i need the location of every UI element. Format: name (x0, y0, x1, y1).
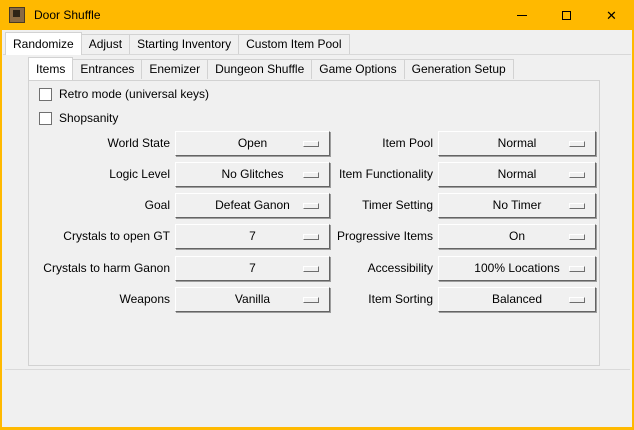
option-row: Crystals to open GT 7 Progressive Items … (29, 224, 599, 249)
tab-randomize[interactable]: Randomize (5, 32, 82, 55)
shopsanity-checkbox[interactable] (39, 112, 52, 125)
dropdown-indicator-icon (569, 203, 585, 209)
option-row: Logic Level No Glitches Item Functionali… (29, 162, 599, 187)
timer-setting-value: No Timer (493, 194, 542, 217)
app-window: Door Shuffle ✕ Randomize Adjust Starting… (0, 0, 634, 430)
retro-mode-checkbox-row[interactable]: Retro mode (universal keys) (39, 87, 209, 101)
tab-entrances[interactable]: Entrances (72, 59, 142, 79)
weapons-label: Weapons (29, 287, 170, 312)
maximize-icon (562, 11, 571, 20)
option-row: World State Open Item Pool Normal (29, 131, 599, 156)
goal-label: Goal (29, 193, 170, 218)
maximize-button[interactable] (544, 0, 589, 30)
dropdown-indicator-icon (569, 141, 585, 147)
titlebar[interactable]: Door Shuffle ✕ (0, 0, 634, 30)
dropdown-indicator-icon (569, 297, 585, 303)
item-sorting-dropdown[interactable]: Balanced (438, 287, 596, 312)
item-pool-label: Item Pool (259, 131, 433, 156)
item-pool-dropdown[interactable]: Normal (438, 131, 596, 156)
tab-dungeon-shuffle[interactable]: Dungeon Shuffle (207, 59, 312, 79)
crystals-harm-ganon-value: 7 (249, 257, 256, 280)
retro-mode-checkbox[interactable] (39, 88, 52, 101)
progressive-items-value: On (509, 225, 525, 248)
crystals-open-gt-value: 7 (249, 225, 256, 248)
bottom-separator (5, 369, 630, 370)
minimize-icon (517, 15, 527, 16)
progressive-items-label: Progressive Items (259, 224, 433, 249)
dropdown-indicator-icon (569, 172, 585, 178)
accessibility-value: 100% Locations (474, 257, 559, 280)
tab-starting-inventory[interactable]: Starting Inventory (129, 34, 239, 54)
world-state-label: World State (29, 131, 170, 156)
item-sorting-value: Balanced (492, 288, 542, 311)
tab-generation-setup[interactable]: Generation Setup (404, 59, 514, 79)
item-sorting-label: Item Sorting (259, 287, 433, 312)
crystals-harm-ganon-label: Crystals to harm Ganon (29, 256, 170, 281)
timer-setting-dropdown[interactable]: No Timer (438, 193, 596, 218)
dropdown-indicator-icon (569, 234, 585, 240)
tab-game-options[interactable]: Game Options (311, 59, 404, 79)
retro-mode-label: Retro mode (universal keys) (59, 87, 209, 101)
option-row: Goal Defeat Ganon Timer Setting No Timer (29, 193, 599, 218)
app-icon door-icon (9, 7, 25, 23)
timer-setting-label: Timer Setting (259, 193, 433, 218)
close-icon: ✕ (606, 9, 617, 22)
item-functionality-value: Normal (498, 163, 537, 186)
tab-custom-item-pool[interactable]: Custom Item Pool (238, 34, 349, 54)
inner-tab-bar: Items Entrances Enemizer Dungeon Shuffle… (28, 57, 514, 79)
window-title: Door Shuffle (34, 8, 101, 22)
crystals-open-gt-label: Crystals to open GT (29, 224, 170, 249)
minimize-button[interactable] (499, 0, 544, 30)
item-functionality-dropdown[interactable]: Normal (438, 162, 596, 187)
window-controls: ✕ (499, 0, 634, 30)
option-row: Crystals to harm Ganon 7 Accessibility 1… (29, 256, 599, 281)
items-tab-page: Retro mode (universal keys) Shopsanity W… (28, 80, 600, 366)
accessibility-dropdown[interactable]: 100% Locations (438, 256, 596, 281)
accessibility-label: Accessibility (259, 256, 433, 281)
tab-items[interactable]: Items (28, 57, 73, 80)
tab-enemizer[interactable]: Enemizer (141, 59, 208, 79)
item-pool-value: Normal (498, 132, 537, 155)
close-button[interactable]: ✕ (589, 0, 634, 30)
tab-adjust[interactable]: Adjust (81, 34, 130, 54)
item-functionality-label: Item Functionality (259, 162, 433, 187)
logic-level-label: Logic Level (29, 162, 170, 187)
shopsanity-label: Shopsanity (59, 111, 118, 125)
progressive-items-dropdown[interactable]: On (438, 224, 596, 249)
outer-tab-bar: Randomize Adjust Starting Inventory Cust… (5, 32, 350, 54)
dropdown-indicator-icon (569, 266, 585, 272)
option-row: Weapons Vanilla Item Sorting Balanced (29, 287, 599, 312)
shopsanity-checkbox-row[interactable]: Shopsanity (39, 111, 118, 125)
